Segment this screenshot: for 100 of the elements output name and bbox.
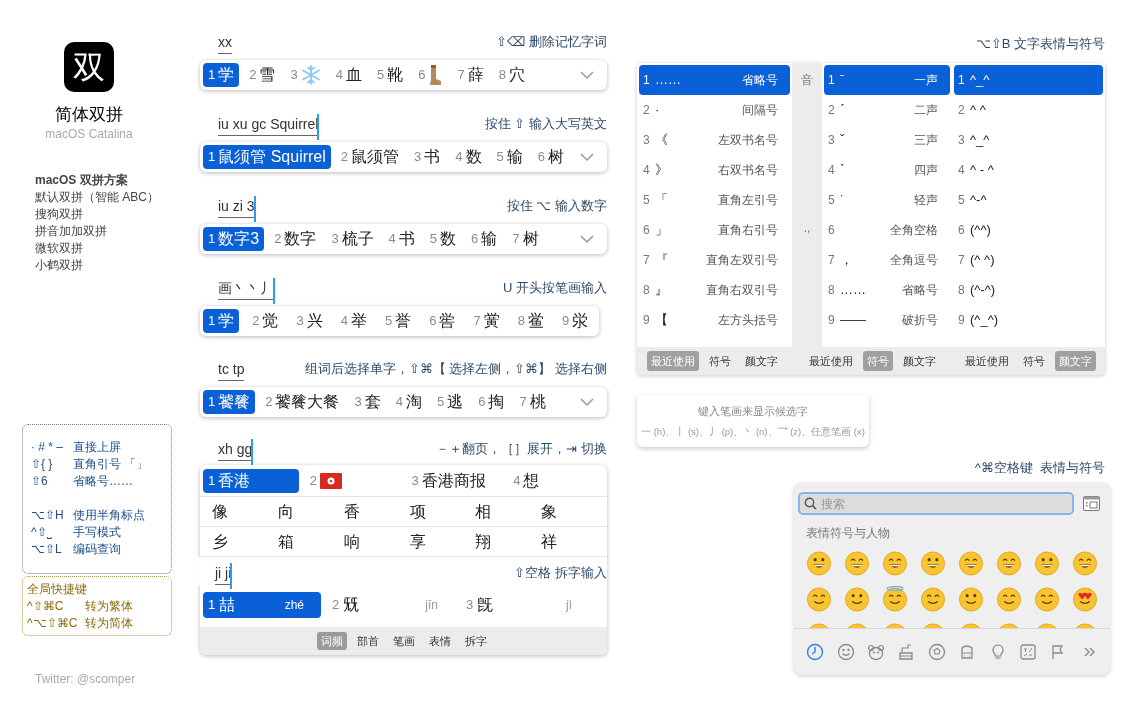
tab[interactable]: 笔画: [388, 632, 419, 650]
candidate[interactable]: 香: [343, 499, 410, 524]
tab[interactable]: 拆字: [460, 632, 491, 650]
symbol-row[interactable]: 5 ^-^: [954, 185, 1103, 215]
symbol-row[interactable]: 8 (^-^): [954, 275, 1103, 305]
chevron-down-icon[interactable]: [580, 397, 594, 407]
symbol-row[interactable]: 5 ˙ 轻声: [824, 185, 950, 215]
candidate[interactable]: 3 梳子: [326, 227, 379, 251]
symbol-row[interactable]: 3 《 左双书名号: [639, 125, 790, 155]
smiley-icon[interactable]: [996, 550, 1022, 576]
symbol-row[interactable]: 8 』 直角右双引号: [639, 275, 790, 305]
candidate[interactable]: 响: [343, 529, 410, 554]
clock-icon[interactable]: [806, 643, 825, 661]
symbol-row[interactable]: 1 ^_^: [954, 65, 1103, 95]
tab[interactable]: 符号: [1019, 351, 1049, 371]
candidate[interactable]: 4 数: [450, 145, 487, 169]
tab[interactable]: 颜文字: [741, 351, 782, 371]
candidate[interactable]: 6 树: [532, 145, 569, 169]
smiley-icon[interactable]: [806, 550, 832, 576]
candidate[interactable]: 7 薛: [452, 63, 489, 87]
smiley-icon[interactable]: [958, 586, 984, 612]
symbol-row[interactable]: 1 ˉ 一声: [824, 65, 950, 95]
tab[interactable]: 部首: [352, 632, 383, 650]
candidate[interactable]: 8 鲎: [512, 309, 549, 333]
symbol-row[interactable]: 9 (^_^): [954, 305, 1103, 335]
ball-icon[interactable]: [927, 643, 946, 661]
search-input[interactable]: 搜索: [821, 494, 1068, 513]
symbol-row[interactable]: 6 全角空格: [824, 215, 950, 245]
candidate[interactable]: 6 掏: [473, 390, 510, 414]
smiley-icon[interactable]: [882, 550, 908, 576]
candidate[interactable]: 2 雪: [244, 63, 281, 87]
tab[interactable]: 表情: [424, 632, 455, 650]
candidate[interactable]: 1 学: [203, 309, 240, 333]
symbols-icon[interactable]: [1018, 643, 1037, 661]
symbol-row[interactable]: 2 ˊ 二声: [824, 95, 950, 125]
candidate[interactable]: 3 旣 jì: [461, 592, 589, 618]
tab[interactable]: 最近使用: [961, 351, 1013, 371]
candidate[interactable]: 2 数字: [269, 227, 322, 251]
sidebar-tab[interactable]: .,: [803, 219, 811, 237]
smiley-icon[interactable]: [1072, 586, 1098, 612]
tab[interactable]: 最近使用: [804, 351, 857, 371]
candidate[interactable]: 1 鼠须管 Squirrel: [203, 145, 331, 169]
candidate[interactable]: 向: [277, 499, 344, 524]
symbol-row[interactable]: 8 …… 省略号: [824, 275, 950, 305]
candidate[interactable]: 项: [409, 499, 476, 524]
candidate[interactable]: 6: [413, 63, 448, 87]
candidate[interactable]: 5 靴: [371, 63, 409, 87]
symbol-row[interactable]: 4 》 右双书名号: [639, 155, 790, 185]
smiley-icon[interactable]: [1072, 550, 1098, 576]
chevron-down-icon[interactable]: [580, 70, 594, 80]
smiley-icon[interactable]: [996, 586, 1022, 612]
candidate[interactable]: 4 想: [508, 468, 604, 493]
candidate[interactable]: 8 穴: [493, 63, 530, 87]
candidate[interactable]: 箱: [277, 529, 344, 554]
candidate[interactable]: 像: [212, 499, 278, 524]
symbol-row[interactable]: 4 ^ - ^: [954, 155, 1103, 185]
symbol-row[interactable]: 7 (^ ^): [954, 245, 1103, 275]
candidate[interactable]: 5 数: [424, 227, 462, 251]
candidate[interactable]: 2: [304, 468, 401, 493]
symbol-row[interactable]: 5 「 直角左引号: [639, 185, 790, 215]
smiley-icon[interactable]: [1034, 550, 1060, 576]
candidate[interactable]: 翔: [475, 529, 542, 554]
symbol-row[interactable]: 4 ˋ 四声: [824, 155, 950, 185]
candidate[interactable]: 3 书: [409, 145, 446, 169]
sidebar-tab[interactable]: 音: [801, 71, 813, 89]
cup-icon[interactable]: [897, 643, 916, 661]
candidate[interactable]: 5 誉: [379, 309, 417, 333]
smiley-icon[interactable]: [844, 550, 870, 576]
tab[interactable]: 符号: [705, 351, 735, 371]
tab[interactable]: 颜文字: [898, 351, 940, 371]
smiley-icon[interactable]: [920, 550, 946, 576]
candidate[interactable]: 1 饕餮: [203, 390, 256, 414]
candidate[interactable]: 象: [541, 499, 607, 524]
smiley-icon[interactable]: [1034, 586, 1060, 612]
smiley-icon[interactable]: [806, 586, 832, 612]
candidate[interactable]: 6 输: [466, 227, 503, 251]
candidate[interactable]: 乡: [212, 529, 278, 554]
chevron-down-icon[interactable]: [580, 152, 594, 162]
candidate[interactable]: 2 鼠须管: [335, 145, 405, 169]
candidate[interactable]: 4 淘: [390, 390, 427, 414]
candidate[interactable]: 1 喆 zhé: [203, 592, 321, 618]
search-field[interactable]: 搜索: [798, 492, 1074, 515]
candidate[interactable]: 7 桃: [514, 390, 551, 414]
symbol-row[interactable]: 9 —— 破折号: [824, 305, 950, 335]
symbol-row[interactable]: 7 ， 全角逗号: [824, 245, 950, 275]
symbol-row[interactable]: 3 ^_^: [954, 125, 1103, 155]
candidate[interactable]: 5 输: [491, 145, 528, 169]
chevron-down-icon[interactable]: [580, 234, 594, 244]
symbol-row[interactable]: 2 · 间隔号: [639, 95, 790, 125]
candidate[interactable]: 1 香港: [203, 468, 299, 493]
candidate[interactable]: 2 觉: [247, 309, 284, 333]
smiley-icon[interactable]: [920, 586, 946, 612]
candidate[interactable]: 4 书: [383, 227, 420, 251]
candidate[interactable]: 7 黉: [468, 309, 505, 333]
candidate[interactable]: 2 饕餮大餐: [260, 390, 345, 414]
candidate[interactable]: 3: [285, 63, 326, 87]
candidate[interactable]: 相: [475, 499, 542, 524]
candidate[interactable]: 1 学: [203, 63, 240, 87]
smiley-icon[interactable]: [882, 586, 908, 612]
symbol-row[interactable]: 2 ^ ^: [954, 95, 1103, 125]
